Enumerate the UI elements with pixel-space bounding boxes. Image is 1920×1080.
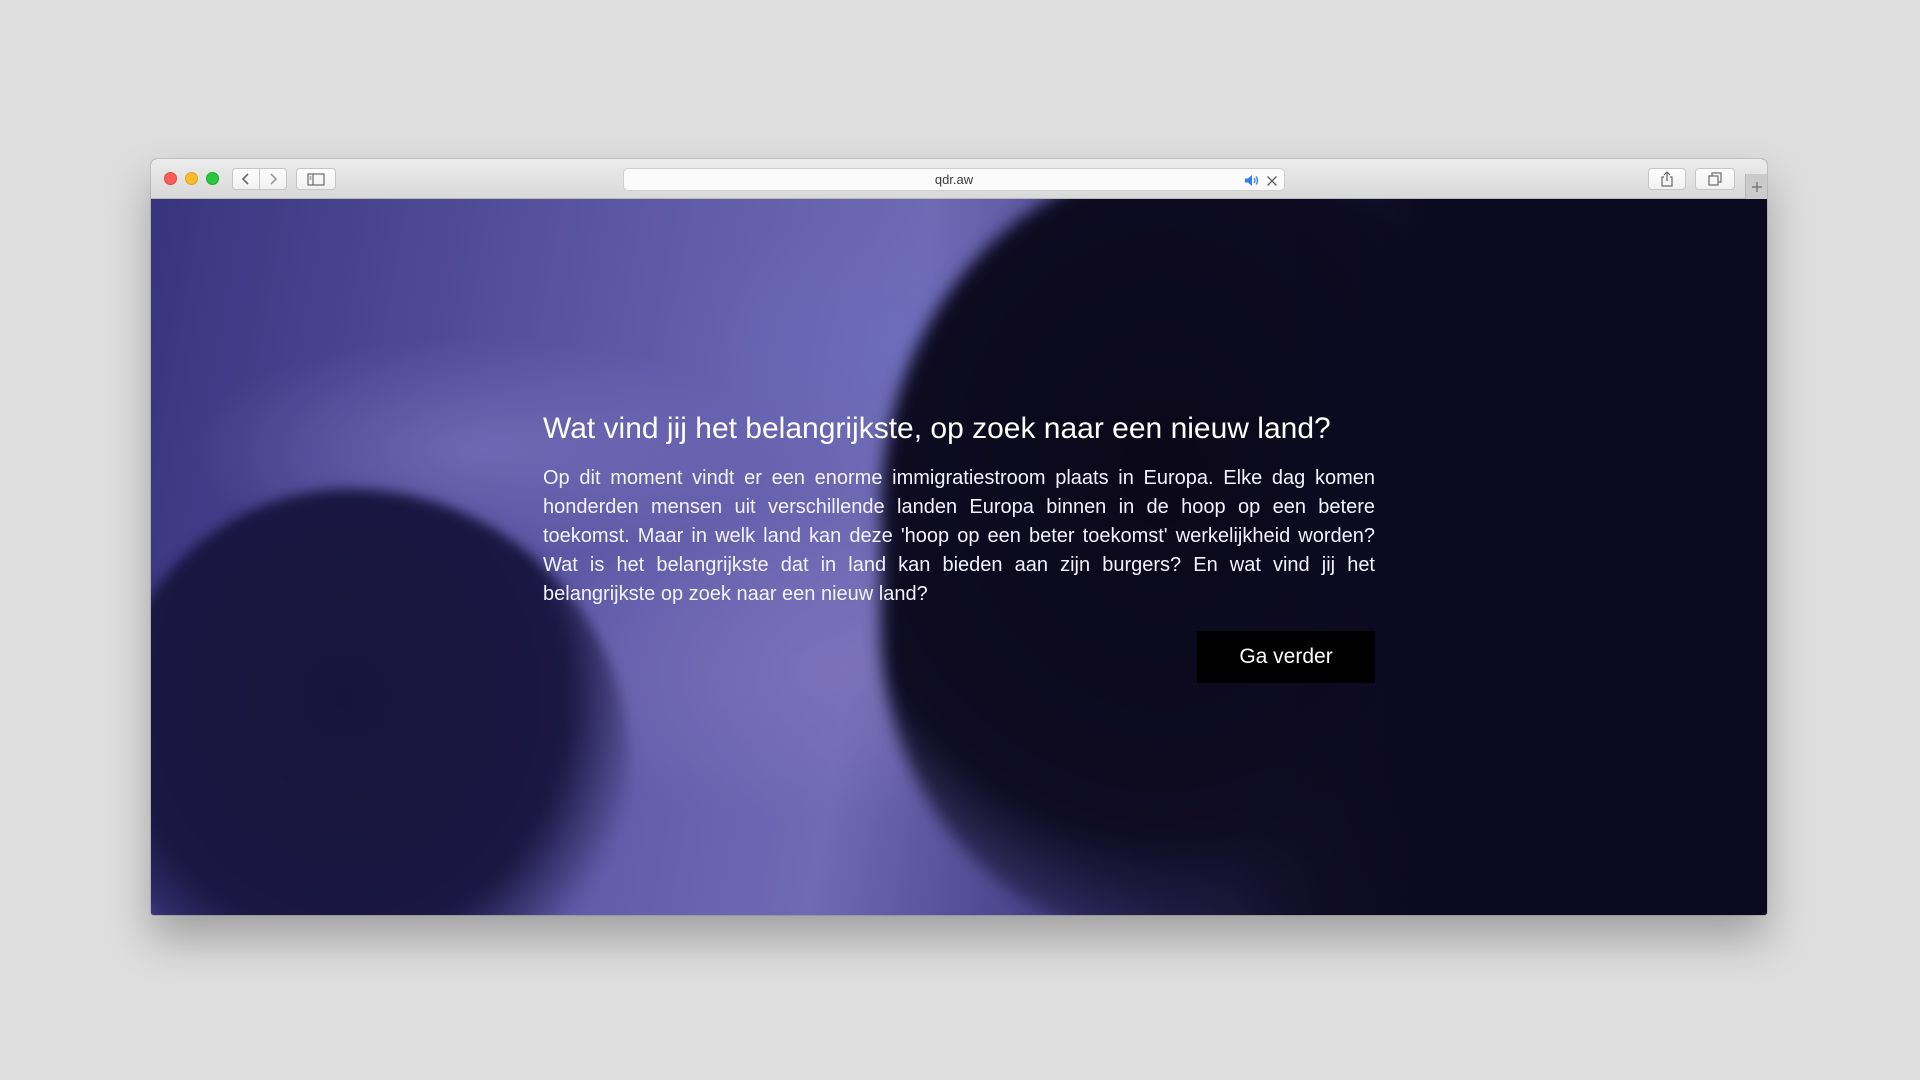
forward-button[interactable] — [259, 168, 287, 190]
close-icon[interactable] — [1266, 175, 1278, 187]
browser-window: qdr.aw Wat vind jij het belangrijkste, o… — [151, 159, 1767, 915]
sidebar-icon — [307, 172, 325, 186]
chevron-left-icon — [241, 173, 249, 185]
sidebar-toggle-button[interactable] — [296, 168, 336, 190]
url-text: qdr.aw — [934, 172, 974, 187]
tabs-overview-icon — [1708, 172, 1722, 186]
back-button[interactable] — [232, 168, 260, 190]
page-content: Wat vind jij het belangrijkste, op zoek … — [151, 199, 1767, 915]
window-close-button[interactable] — [164, 172, 177, 185]
tab-overview-button[interactable] — [1695, 168, 1735, 190]
new-tab-button[interactable] — [1745, 174, 1767, 199]
browser-toolbar: qdr.aw — [151, 159, 1767, 199]
share-icon — [1661, 171, 1673, 187]
continue-button[interactable]: Ga verder — [1197, 631, 1375, 683]
address-bar[interactable]: qdr.aw — [623, 168, 1285, 191]
page-title: Wat vind jij het belangrijkste, op zoek … — [543, 412, 1331, 445]
window-minimize-button[interactable] — [185, 172, 198, 185]
intro-text: Op dit moment vindt er een enorme immigr… — [543, 467, 1375, 605]
window-maximize-button[interactable] — [206, 172, 219, 185]
chevron-right-icon — [270, 173, 278, 185]
share-button[interactable] — [1648, 168, 1686, 190]
speaker-icon[interactable] — [1244, 174, 1260, 187]
plus-icon — [1751, 181, 1762, 192]
intro-panel: Wat vind jij het belangrijkste, op zoek … — [543, 410, 1375, 683]
